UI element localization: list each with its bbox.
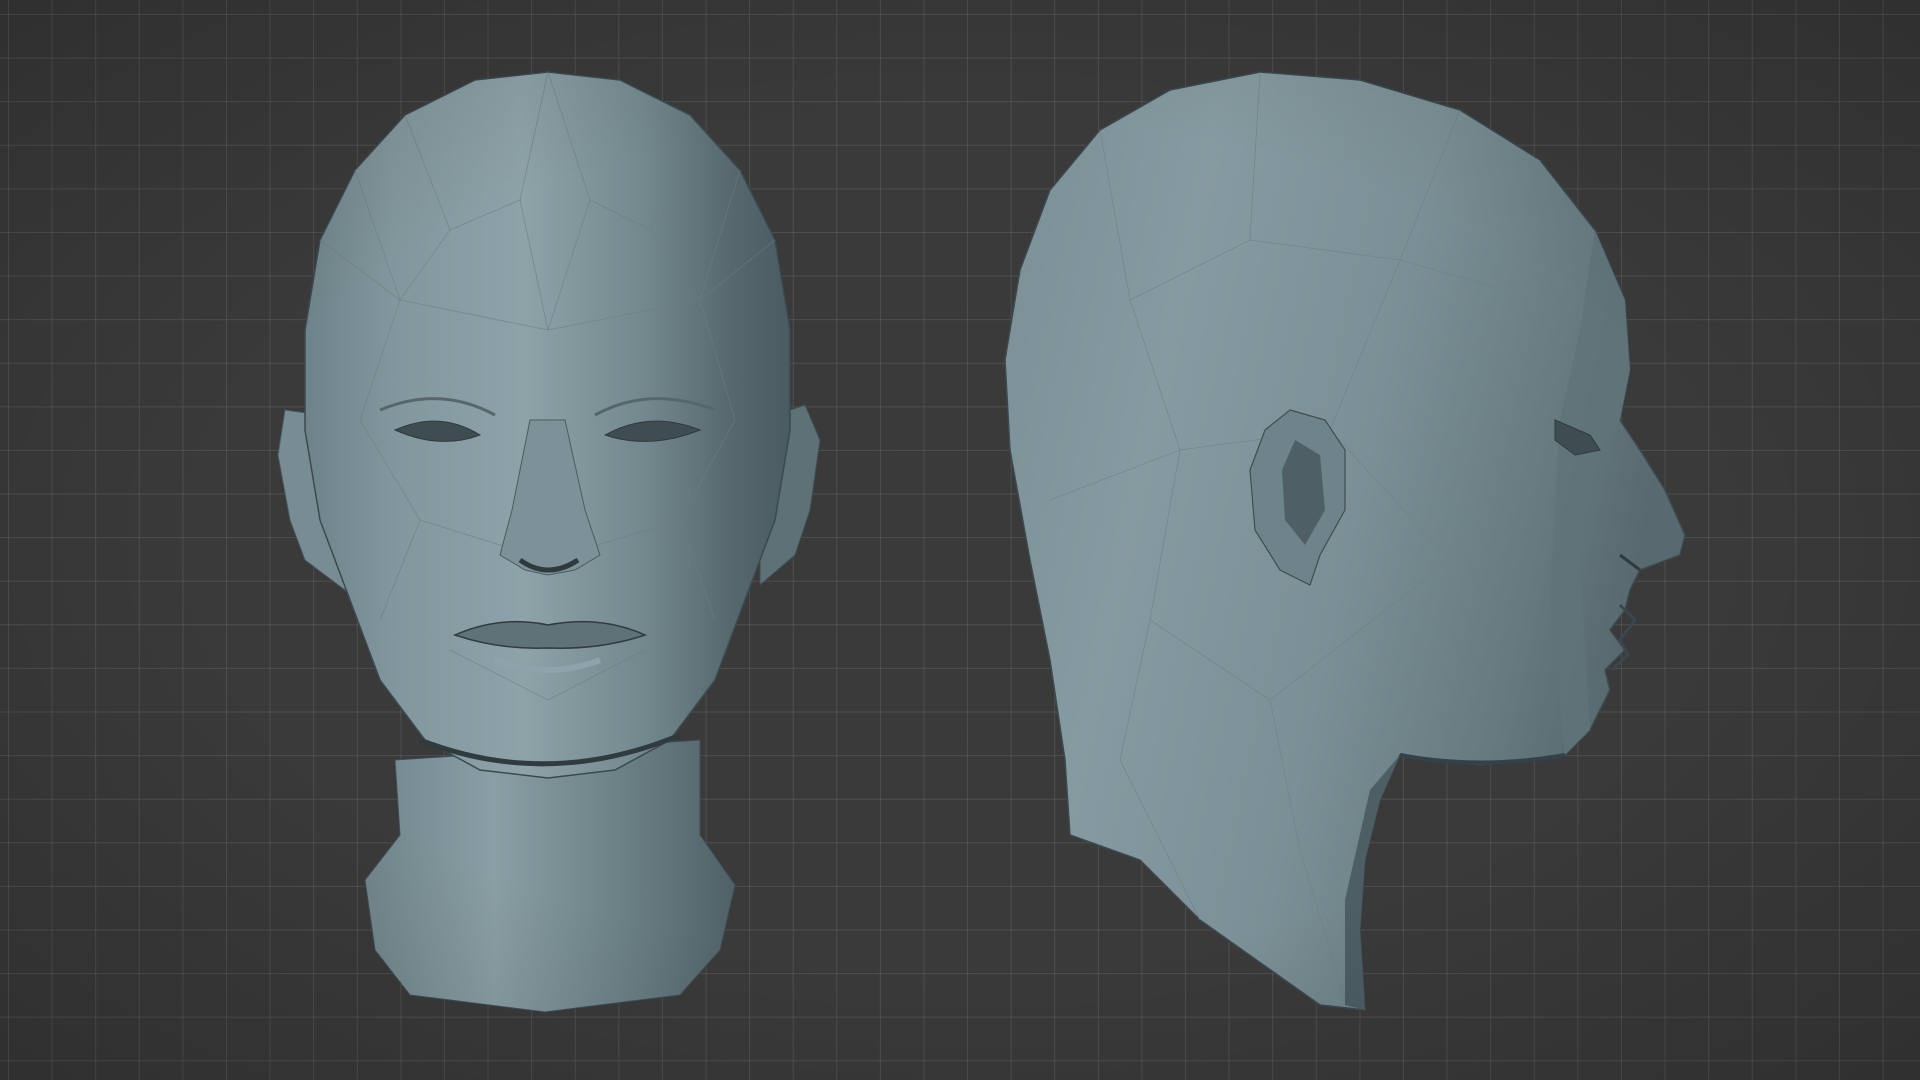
side-head [1004, 71, 1686, 1011]
3d-viewport-grid[interactable] [0, 0, 1920, 1080]
head-side-view-model[interactable] [0, 0, 1920, 1080]
